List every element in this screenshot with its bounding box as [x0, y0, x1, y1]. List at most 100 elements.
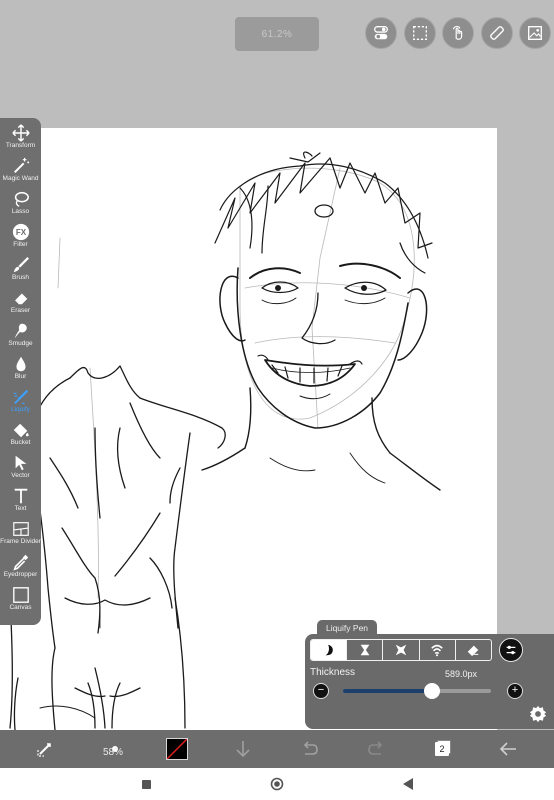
- redo-button[interactable]: [356, 730, 396, 768]
- vector-icon: [15, 455, 26, 471]
- sliders-icon: [506, 645, 516, 655]
- slider-thumb[interactable]: [423, 683, 440, 699]
- material-button[interactable]: [519, 17, 551, 49]
- selection-button[interactable]: [404, 17, 436, 49]
- quick-tool-button[interactable]: [25, 730, 65, 768]
- tool-label: Lasso: [11, 208, 30, 215]
- ruler-icon: [490, 26, 504, 40]
- transform-icon: [11, 124, 30, 142]
- selection-icon: [413, 26, 427, 40]
- material-icon: [528, 26, 542, 40]
- tool-label: Text: [14, 505, 27, 512]
- toggle-button[interactable]: [365, 17, 397, 49]
- tool-filter[interactable]: FX Filter: [0, 221, 41, 254]
- liquify-icon: [13, 389, 28, 404]
- arrow-down-icon: [236, 741, 250, 758]
- tool-label: Vector: [11, 472, 30, 479]
- bucket-icon: [13, 423, 29, 438]
- frame-divider-icon: [12, 522, 29, 536]
- tool-liquify[interactable]: Liquify: [0, 386, 41, 419]
- tool-label: Eraser: [10, 307, 31, 314]
- restore-icon: [468, 645, 479, 657]
- mode-pinch[interactable]: [347, 640, 384, 660]
- lasso-icon: [14, 191, 29, 207]
- zoom-indicator: 61.2%: [235, 17, 319, 51]
- thickness-increase-button[interactable]: +: [507, 683, 523, 699]
- tool-blur[interactable]: Blur: [0, 353, 41, 386]
- arrow-left-icon: [499, 742, 516, 756]
- mode-expand[interactable]: [383, 640, 420, 660]
- ruler-button[interactable]: [481, 17, 513, 49]
- tool-label: Filter: [13, 241, 28, 248]
- tool-label: Smudge: [8, 340, 33, 347]
- tool-eraser[interactable]: Eraser: [0, 287, 41, 320]
- pinch-icon: [360, 644, 370, 656]
- swap-icon: [37, 743, 51, 757]
- color-button[interactable]: [157, 730, 197, 768]
- tool-label: Canvas: [9, 604, 32, 611]
- layer-count: 2: [435, 742, 449, 756]
- tool-frame-divider[interactable]: Frame Divider: [0, 518, 41, 551]
- square-icon: [141, 779, 151, 789]
- tool-label: Brush: [12, 274, 29, 281]
- home-circle-icon: [270, 777, 284, 791]
- tool-label: Eyedropper: [3, 571, 38, 578]
- tool-brush[interactable]: Brush: [0, 254, 41, 287]
- recents-button[interactable]: [131, 774, 161, 794]
- tool-smudge[interactable]: Smudge: [0, 320, 41, 353]
- redo-icon: [368, 741, 383, 755]
- twirl-icon: [431, 644, 444, 657]
- tool-label: Frame Divider: [0, 538, 41, 545]
- tool-label: Transform: [5, 142, 36, 149]
- undo-button[interactable]: [290, 730, 330, 768]
- touch-button[interactable]: [442, 17, 474, 49]
- canvas-area[interactable]: [0, 0, 554, 730]
- brush-settings-button[interactable]: [499, 638, 523, 662]
- tool-canvas[interactable]: Canvas: [0, 584, 41, 617]
- tool-bucket[interactable]: Bucket: [0, 419, 41, 452]
- magic-wand-icon: [13, 157, 29, 174]
- thickness-label: Thickness: [310, 667, 356, 678]
- thickness-value: 589.0px: [445, 669, 478, 679]
- home-button[interactable]: [262, 774, 292, 794]
- smudge-icon: [14, 323, 27, 339]
- svg-text:FX: FX: [15, 228, 26, 237]
- transparent-slash-icon: [167, 739, 187, 759]
- canvas-icon: [12, 587, 29, 603]
- toggle-icon: [374, 26, 388, 40]
- system-nav-bar: [0, 768, 554, 800]
- mode-push[interactable]: [311, 640, 348, 660]
- color-swatch: [166, 738, 188, 760]
- gear-icon: [529, 705, 547, 723]
- thickness-slider[interactable]: [343, 683, 491, 699]
- tool-label: Liquify: [11, 406, 30, 413]
- tool-label: Blur: [14, 373, 27, 380]
- undo-icon: [303, 741, 318, 755]
- liquify-settings-button[interactable]: [528, 704, 548, 724]
- mode-twirl[interactable]: [420, 640, 456, 660]
- tool-transform[interactable]: Transform: [0, 122, 41, 155]
- liquify-mode-bar: [310, 639, 492, 661]
- mode-restore[interactable]: [456, 640, 491, 660]
- tool-lasso[interactable]: Lasso: [0, 188, 41, 221]
- liquify-panel: Thickness 589.0px − +: [305, 634, 554, 729]
- tool-label: Magic Wand: [2, 175, 39, 182]
- tool-label: Bucket: [10, 439, 31, 446]
- tool-vector[interactable]: Vector: [0, 452, 41, 485]
- save-button[interactable]: [223, 730, 263, 768]
- back-button[interactable]: [488, 730, 528, 768]
- system-back-button[interactable]: [393, 774, 423, 794]
- tool-eyedropper[interactable]: Eyedropper: [0, 551, 41, 584]
- slider-fill: [343, 689, 432, 693]
- tool-palette: Transform Magic Wand Lasso FX Filter Bru…: [0, 118, 41, 625]
- eyedropper-icon: [12, 554, 28, 571]
- layers-button[interactable]: 2: [422, 730, 462, 768]
- thickness-decrease-button[interactable]: −: [313, 683, 329, 699]
- triangle-back-icon: [403, 778, 413, 790]
- expand-icon: [395, 644, 407, 656]
- brush-icon: [13, 257, 29, 273]
- tool-magic-wand[interactable]: Magic Wand: [0, 155, 41, 188]
- tool-text[interactable]: Text: [0, 485, 41, 518]
- text-icon: [14, 488, 27, 504]
- eraser-icon: [13, 293, 27, 305]
